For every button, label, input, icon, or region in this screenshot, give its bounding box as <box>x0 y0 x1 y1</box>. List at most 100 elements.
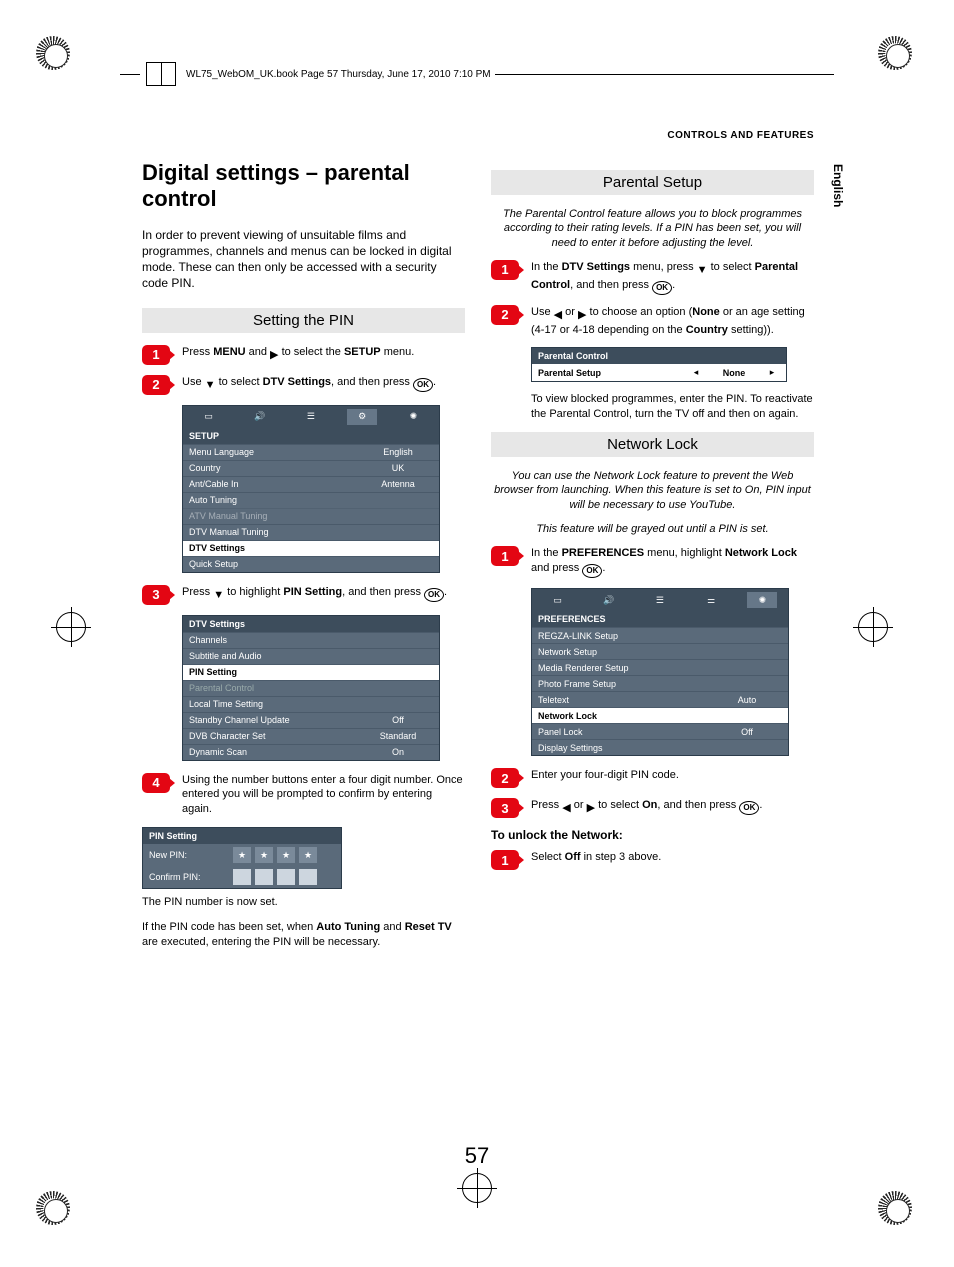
tab-list-icon: ☰ <box>645 592 675 608</box>
osd-row: Channels <box>183 632 439 648</box>
osd-row-label: Display Settings <box>538 743 712 753</box>
pin-set-text: The PIN number is now set. <box>142 895 465 910</box>
network-lock-note-2: This feature will be grayed out until a … <box>491 522 814 536</box>
osd-row-value <box>363 651 433 661</box>
step-badge-icon: 3 <box>142 585 170 605</box>
ok-button-icon: OK <box>652 281 672 295</box>
intro-text: In order to prevent viewing of unsuitabl… <box>142 227 465 292</box>
ps-after-text: To view blocked programmes, enter the PI… <box>531 392 814 422</box>
osd-row-value: English <box>363 447 433 457</box>
osd-row-value <box>712 711 782 721</box>
registration-target-icon <box>462 1173 502 1213</box>
nl-step-1: 1 In the PREFERENCES menu, highlight Net… <box>491 546 814 578</box>
osd-row-label: Panel Lock <box>538 727 712 737</box>
osd-row: ATV Manual Tuning <box>183 508 439 524</box>
osd-row-value <box>712 663 782 673</box>
tab-setup-icon: ⚙ <box>347 409 377 425</box>
unlock-step-1: 1 Select Off in step 3 above. <box>491 850 814 870</box>
new-pin-label: New PIN: <box>149 850 229 860</box>
registration-mark-icon <box>878 36 918 76</box>
osd-row-value <box>712 679 782 689</box>
osd-row-value: Auto <box>712 695 782 705</box>
tab-picture-icon: ▭ <box>194 409 224 425</box>
step-badge-icon: 1 <box>491 546 519 566</box>
osd-row-value: On <box>363 747 433 757</box>
ok-button-icon: OK <box>582 564 602 578</box>
osd-row-value <box>712 743 782 753</box>
left-arrow-icon: ◀ <box>554 308 562 323</box>
osd-row-value: Off <box>712 727 782 737</box>
tab-list-icon: ☰ <box>296 409 326 425</box>
osd-row-value <box>712 631 782 641</box>
osd-row-label: Dynamic Scan <box>189 747 363 757</box>
ok-button-icon: OK <box>413 378 433 392</box>
step-1-text: Press MENU and ▶ to select the SETUP men… <box>182 345 465 363</box>
pin-digit-box: ★ <box>299 847 317 863</box>
step-badge-icon: 4 <box>142 773 170 793</box>
osd-row-value: None <box>704 368 764 378</box>
nl-step-1-text: In the PREFERENCES menu, highlight Netwo… <box>531 546 814 578</box>
nl-step-3-text: Press ◀ or ▶ to select On, and then pres… <box>531 798 814 816</box>
pin-digit-box: ★ <box>255 847 273 863</box>
pin-digit-box <box>255 869 273 885</box>
osd-row: TeletextAuto <box>532 691 788 707</box>
page-number: 57 <box>0 1143 954 1169</box>
osd-row-value <box>363 495 433 505</box>
osd-row-label: ATV Manual Tuning <box>189 511 363 521</box>
osd-row-value <box>363 635 433 645</box>
confirm-pin-label: Confirm PIN: <box>149 872 229 882</box>
osd-row: Menu LanguageEnglish <box>183 444 439 460</box>
osd-setup-menu: ▭ 🔊 ☰ ⚙ ✺ SETUP Menu LanguageEnglishCoun… <box>182 405 440 573</box>
registration-mark-icon <box>36 1191 76 1231</box>
step-badge-icon: 2 <box>491 768 519 788</box>
osd-row: DVB Character SetStandard <box>183 728 439 744</box>
osd-row: DTV Manual Tuning <box>183 524 439 540</box>
nl-step-2-text: Enter your four-digit PIN code. <box>531 768 814 783</box>
osd-row-label: Teletext <box>538 695 712 705</box>
step-badge-icon: 1 <box>491 850 519 870</box>
osd-row-value <box>363 683 433 693</box>
book-icon <box>146 62 176 86</box>
osd-header: DTV Settings <box>183 616 439 632</box>
osd-row-label: Local Time Setting <box>189 699 363 709</box>
left-arrow-icon: ◂ <box>688 367 704 378</box>
osd-row-value: Standard <box>363 731 433 741</box>
right-arrow-icon: ▸ <box>764 367 780 378</box>
network-lock-note: You can use the Network Lock feature to … <box>491 469 814 512</box>
osd-row: Standby Channel UpdateOff <box>183 712 439 728</box>
osd-row-label: Auto Tuning <box>189 495 363 505</box>
osd-header: SETUP <box>183 428 439 444</box>
osd-row-label: Parental Setup <box>538 368 688 378</box>
osd-row: Parental Control <box>183 680 439 696</box>
osd-row-label: Media Renderer Setup <box>538 663 712 673</box>
step-badge-icon: 2 <box>491 305 519 325</box>
registration-mark-icon <box>36 36 76 76</box>
book-header: WL75_WebOM_UK.book Page 57 Thursday, Jun… <box>120 62 834 86</box>
unlock-heading: To unlock the Network: <box>491 828 814 842</box>
down-arrow-icon: ▼ <box>697 263 708 278</box>
step-badge-icon: 3 <box>491 798 519 818</box>
osd-row-label: Photo Frame Setup <box>538 679 712 689</box>
osd-row-label: Channels <box>189 635 363 645</box>
osd-row: Media Renderer Setup <box>532 659 788 675</box>
osd-row-value <box>363 559 433 569</box>
pin-digit-box <box>233 869 251 885</box>
osd-row: Photo Frame Setup <box>532 675 788 691</box>
down-arrow-icon: ▼ <box>205 378 216 393</box>
step-badge-icon: 2 <box>142 375 170 395</box>
unlock-step-text: Select Off in step 3 above. <box>531 850 814 865</box>
step-3-text: Press ▼ to highlight PIN Setting, and th… <box>182 585 465 603</box>
osd-row-label: DVB Character Set <box>189 731 363 741</box>
nl-step-2: 2 Enter your four-digit PIN code. <box>491 768 814 788</box>
subhead-setting-pin: Setting the PIN <box>142 308 465 333</box>
osd-row: Ant/Cable InAntenna <box>183 476 439 492</box>
pin-digit-box: ★ <box>233 847 251 863</box>
ps-step-2: 2 Use ◀ or ▶ to choose an option (None o… <box>491 305 814 338</box>
osd-row: Display Settings <box>532 739 788 755</box>
pin-digit-box <box>299 869 317 885</box>
registration-target-icon <box>858 612 898 652</box>
osd-row-value <box>363 543 433 553</box>
osd-pin-setting: PIN Setting New PIN: ★ ★ ★ ★ Confirm PIN… <box>142 827 342 889</box>
down-arrow-icon: ▼ <box>213 588 224 603</box>
osd-header: Parental Control <box>532 348 786 364</box>
